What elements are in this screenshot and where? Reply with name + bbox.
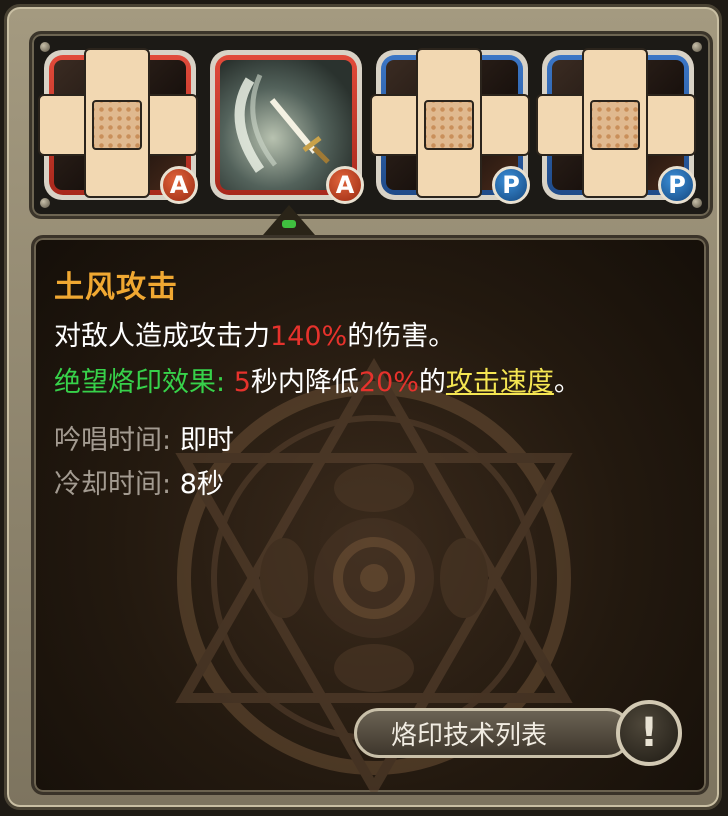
desc-text: 的伤害。 — [347, 321, 456, 352]
skill-slot-3[interactable]: P — [370, 48, 530, 204]
skill-title: 土风攻击 — [54, 270, 178, 305]
seal-text: 秒内降低 — [250, 367, 359, 398]
skill-slot-4[interactable]: P — [536, 48, 696, 204]
active-badge: A — [160, 166, 198, 204]
skill-detail-panel: 土风攻击 对敌人造成攻击力140%的伤害。 绝望烙印效果: 5秒内降低20%的攻… — [31, 235, 709, 795]
skill-bar: A A P P — [29, 31, 713, 219]
seal-list-button[interactable]: 烙印技术列表 — [354, 708, 632, 758]
rivet — [40, 198, 50, 208]
seal-text: 的 — [418, 367, 446, 398]
skill-slot-2[interactable]: A — [210, 50, 364, 204]
seal-effect-colon: : — [216, 367, 226, 398]
desc-text: 对敌人造成攻击力 — [54, 321, 270, 352]
seal-text: 。 — [553, 367, 581, 398]
seal-seconds: 5 — [233, 367, 251, 398]
damage-percent: 140% — [270, 321, 348, 352]
cast-time-row: 吟唱时间: 即时 — [54, 418, 234, 457]
passive-badge: P — [658, 166, 696, 204]
rivet — [692, 198, 702, 208]
passive-badge: P — [492, 166, 530, 204]
seal-effect-label: 绝望烙印效果 — [54, 367, 216, 398]
cast-time-label: 吟唱时间: — [54, 425, 172, 456]
active-badge: A — [326, 166, 364, 204]
attack-speed-link[interactable]: 攻击速度 — [446, 367, 554, 398]
cooldown-value: 8秒 — [179, 469, 224, 500]
skill-slot-1[interactable]: A — [38, 48, 198, 204]
cast-time-value: 即时 — [179, 425, 234, 456]
cooldown-row: 冷却时间: 8秒 — [54, 462, 224, 501]
skill-window: A A P P 土风攻击 对敌人造成攻击力140%的伤害。 绝望烙印效果: 5秒… — [4, 4, 722, 810]
cooldown-label: 冷却时间: — [54, 469, 172, 500]
seal-percent: 20% — [358, 367, 419, 398]
selection-gem-icon — [282, 220, 296, 228]
skill-description: 对敌人造成攻击力140%的伤害。 — [54, 314, 455, 353]
info-exclamation-icon[interactable]: ! — [616, 700, 682, 766]
seal-effect-line: 绝望烙印效果: 5秒内降低20%的攻击速度。 — [54, 360, 581, 399]
